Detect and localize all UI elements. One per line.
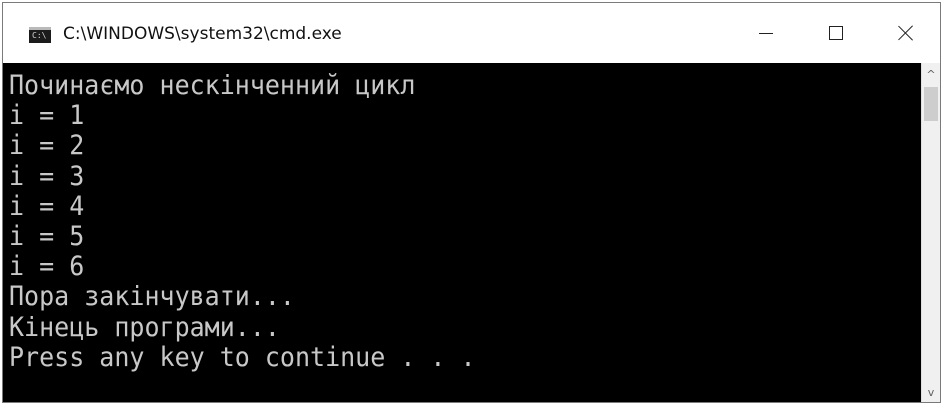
- window-title: C:\WINDOWS\system32\cmd.exe: [63, 24, 342, 44]
- scroll-down-arrow-icon[interactable]: v: [922, 383, 940, 401]
- console-line: i = 2: [9, 129, 85, 161]
- maximize-button[interactable]: [801, 3, 871, 63]
- title-bar[interactable]: C:\ C:\WINDOWS\system32\cmd.exe: [3, 3, 940, 63]
- minimize-button[interactable]: [731, 3, 801, 63]
- cmd-window: C:\ C:\WINDOWS\system32\cmd.exe Починаєм…: [2, 2, 941, 403]
- close-icon: [898, 25, 914, 41]
- vertical-scrollbar[interactable]: ^ v: [921, 63, 940, 402]
- cmd-console-icon[interactable]: C:\: [29, 27, 51, 43]
- console-line: i = 4: [9, 189, 85, 222]
- console-line: Пора закінчувати...: [9, 280, 295, 312]
- console-line: i = 1: [9, 99, 85, 131]
- console-line: i = 6: [9, 250, 85, 282]
- console-line: i = 3: [9, 159, 85, 191]
- minimize-icon: [759, 32, 773, 34]
- console-line: Починаємо нескінченний цикл: [9, 69, 416, 101]
- icon-prompt-text: C:\: [32, 31, 47, 40]
- console-line: Press any key to continue . . .: [9, 340, 476, 373]
- console-lines: Починаємо нескінченний цикл i = 1 i = 2 …: [9, 69, 476, 373]
- console-output[interactable]: Починаємо нескінченний цикл i = 1 i = 2 …: [3, 63, 921, 402]
- scrollbar-thumb[interactable]: [924, 87, 938, 121]
- maximize-icon: [829, 26, 843, 40]
- close-button[interactable]: [871, 3, 940, 63]
- console-line: Кінець програми...: [9, 310, 280, 342]
- scroll-up-arrow-icon[interactable]: ^: [922, 65, 940, 83]
- console-line: i = 5: [9, 220, 85, 252]
